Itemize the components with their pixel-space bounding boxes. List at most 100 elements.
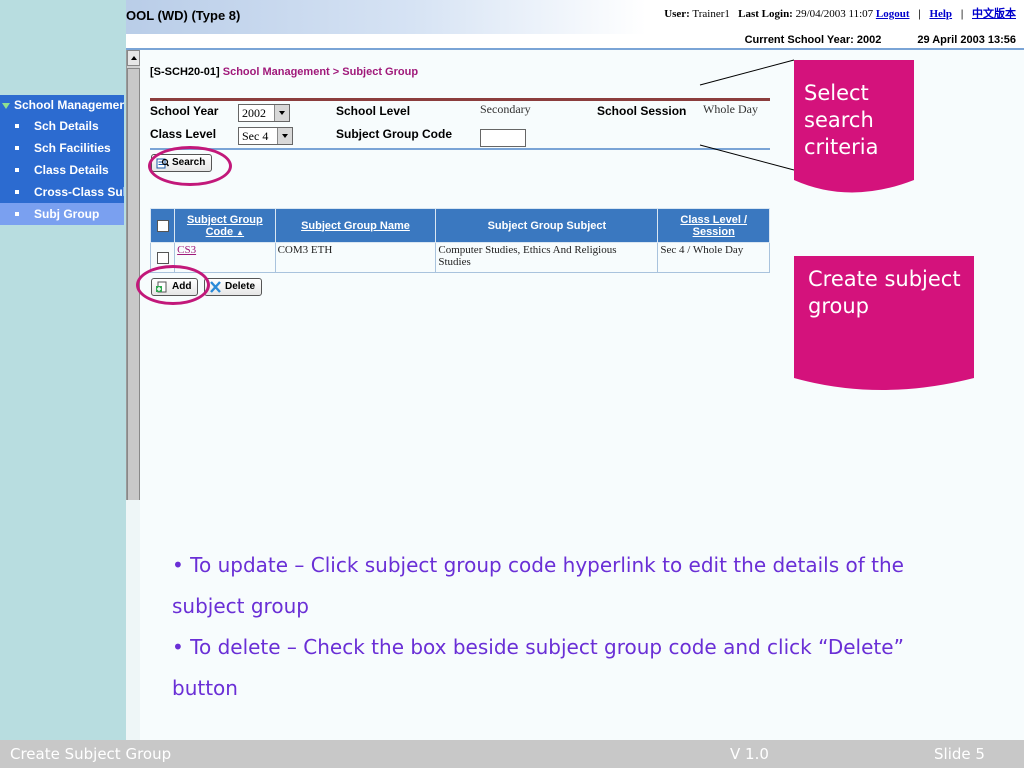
school-year-bar: Current School Year: 2002 29 April 2003 1…: [745, 34, 1016, 46]
bullet-icon: [15, 212, 19, 216]
bullet-icon: [15, 124, 19, 128]
cell-level: Sec 4 / Whole Day: [657, 242, 770, 273]
note-update: • To update – Click subject group code h…: [172, 553, 904, 618]
sidebar-item-sch-details[interactable]: Sch Details: [0, 115, 124, 137]
table-row: CS3 COM3 ETH Computer Studies, Ethics An…: [149, 242, 770, 273]
bullet-icon: [15, 168, 19, 172]
footer-title: Create Subject Group: [10, 745, 172, 763]
search-highlight-ellipse: [148, 146, 232, 186]
callout-select-search-criteria: Select search criteria: [794, 60, 914, 196]
instruction-notes: • To update – Click subject group code h…: [172, 545, 942, 709]
bullet-icon: [15, 146, 19, 150]
cell-name: COM3 ETH: [274, 242, 437, 273]
sidebar-item-class-details[interactable]: Class Details: [0, 159, 124, 181]
sidebar-item-label: Subj Group: [34, 207, 100, 221]
sidebar-item-label: Sch Facilities: [34, 141, 111, 155]
app-title: OOL (WD) (Type 8): [126, 8, 241, 23]
dropdown-arrow-icon: [274, 105, 289, 121]
school-year-value: 2002: [242, 106, 266, 120]
user-name: Trainer1: [692, 8, 730, 20]
sidebar-section-label: School Managemen: [14, 98, 124, 112]
breadcrumb-page: Subject Group: [342, 66, 419, 78]
header-class-level-session[interactable]: Class Level / Session: [657, 208, 770, 243]
callout-line: search: [804, 108, 874, 132]
user-bar: User: Trainer1 Last Login: 29/04/2003 11…: [664, 5, 1016, 21]
school-level-value: Secondary: [480, 102, 531, 116]
school-level-label: School Level: [336, 104, 411, 118]
user-label: User:: [664, 8, 690, 20]
last-login-value: 29/04/2003 11:07: [795, 8, 874, 20]
left-panel: School Managemen Sch Details Sch Facilit…: [0, 0, 126, 740]
help-link[interactable]: Help: [929, 8, 952, 20]
header-subject-group-code[interactable]: Subject Group Code ▲: [174, 208, 276, 243]
separator: |: [960, 8, 964, 20]
top-header: OOL (WD) (Type 8) User: Trainer1 Last Lo…: [126, 0, 1024, 50]
breadcrumb-module[interactable]: School Management: [223, 66, 330, 78]
sidebar-item-sch-facilities[interactable]: Sch Facilities: [0, 137, 124, 159]
sidebar-item-label: Class Details: [34, 163, 109, 177]
scroll-up-arrow-icon[interactable]: [127, 50, 140, 66]
current-school-year: Current School Year: 2002: [744, 34, 882, 46]
slide-footer: Create Subject Group V 1.0 Slide 5: [0, 740, 1024, 768]
cell-subject-line1: Computer Studies, Ethics And Religious: [438, 244, 617, 256]
sidebar-item-label: Sch Details: [34, 119, 99, 133]
scroll-thumb[interactable]: [127, 68, 140, 548]
delete-button[interactable]: Delete: [204, 278, 263, 296]
search-criteria-panel: School Year 2002 School Level Secondary …: [150, 98, 770, 150]
sort-ascending-icon: ▲: [236, 227, 245, 237]
school-session-value: Whole Day: [703, 102, 758, 116]
school-session-label: School Session: [597, 104, 687, 118]
delete-button-label: Delete: [225, 281, 256, 292]
cell-subject: Computer Studies, Ethics And Religious S…: [435, 242, 659, 273]
school-year-label: School Year: [150, 104, 219, 118]
last-login-label: Last Login:: [738, 8, 793, 20]
add-highlight-ellipse: [136, 265, 210, 305]
lower-margin: [126, 500, 140, 740]
class-level-select[interactable]: Sec 4: [238, 127, 293, 145]
header-code-line2: Code: [205, 225, 234, 238]
breadcrumb-separator: >: [329, 66, 343, 78]
header-code-line1: Subject Group: [186, 213, 263, 226]
callout-line: Create subject: [808, 267, 961, 291]
sidebar-section-school-management[interactable]: School Managemen: [0, 95, 124, 115]
class-level-label: Class Level: [150, 127, 217, 141]
callout-line: group: [808, 294, 869, 318]
callout-create-subject-group: Create subject group: [794, 256, 974, 392]
sidebar-item-label: Cross-Class Sul: [34, 185, 124, 199]
subject-group-code-input[interactable]: [480, 129, 526, 147]
row-checkbox[interactable]: [156, 251, 169, 264]
expand-triangle-icon: [2, 102, 10, 109]
header-subject-group-name[interactable]: Subject Group Name: [274, 208, 437, 243]
dropdown-arrow-icon: [277, 128, 292, 144]
class-level-value: Sec 4: [242, 129, 269, 143]
sidebar-item-cross-class[interactable]: Cross-Class Sul: [0, 181, 124, 203]
sidebar-item-subj-group[interactable]: Subj Group: [0, 203, 124, 225]
chinese-version-link[interactable]: 中文版本: [972, 8, 1016, 20]
header-code-line2-wrap: Code ▲: [179, 226, 270, 238]
header-subject-group-subject: Subject Group Subject: [435, 208, 659, 243]
footer-version: V 1.0: [730, 745, 769, 763]
select-all-checkbox[interactable]: [156, 219, 169, 232]
header-level-line1: Class Level /: [680, 213, 748, 226]
callout-line: criteria: [804, 135, 879, 159]
note-delete: • To delete – Check the box beside subje…: [172, 635, 904, 700]
logout-link[interactable]: Logout: [876, 8, 910, 20]
school-year-select[interactable]: 2002: [238, 104, 290, 122]
screen-code: [S-SCH20-01]: [150, 66, 220, 78]
callout-line: Select: [804, 81, 869, 105]
bullet-icon: [15, 190, 19, 194]
subject-group-table: Subject Group Code ▲ Subject Group Name …: [149, 208, 770, 273]
vertical-scrollbar[interactable]: [126, 50, 140, 548]
select-all-header: [149, 208, 176, 243]
subject-group-code-link[interactable]: CS3: [177, 244, 196, 256]
breadcrumb: [S-SCH20-01] School Management > Subject…: [150, 66, 418, 78]
current-datetime: 29 April 2003 13:56: [917, 34, 1016, 46]
separator: |: [918, 8, 921, 20]
delete-x-icon: [210, 281, 221, 293]
footer-slide-number: Slide 5: [934, 745, 985, 763]
subject-group-code-label: Subject Group Code: [336, 127, 453, 141]
cell-subject-line2: Studies: [438, 256, 471, 268]
sidebar-nav: School Managemen Sch Details Sch Facilit…: [0, 95, 124, 225]
header-level-line2: Session: [692, 225, 735, 238]
table-header-row: Subject Group Code ▲ Subject Group Name …: [149, 208, 770, 243]
